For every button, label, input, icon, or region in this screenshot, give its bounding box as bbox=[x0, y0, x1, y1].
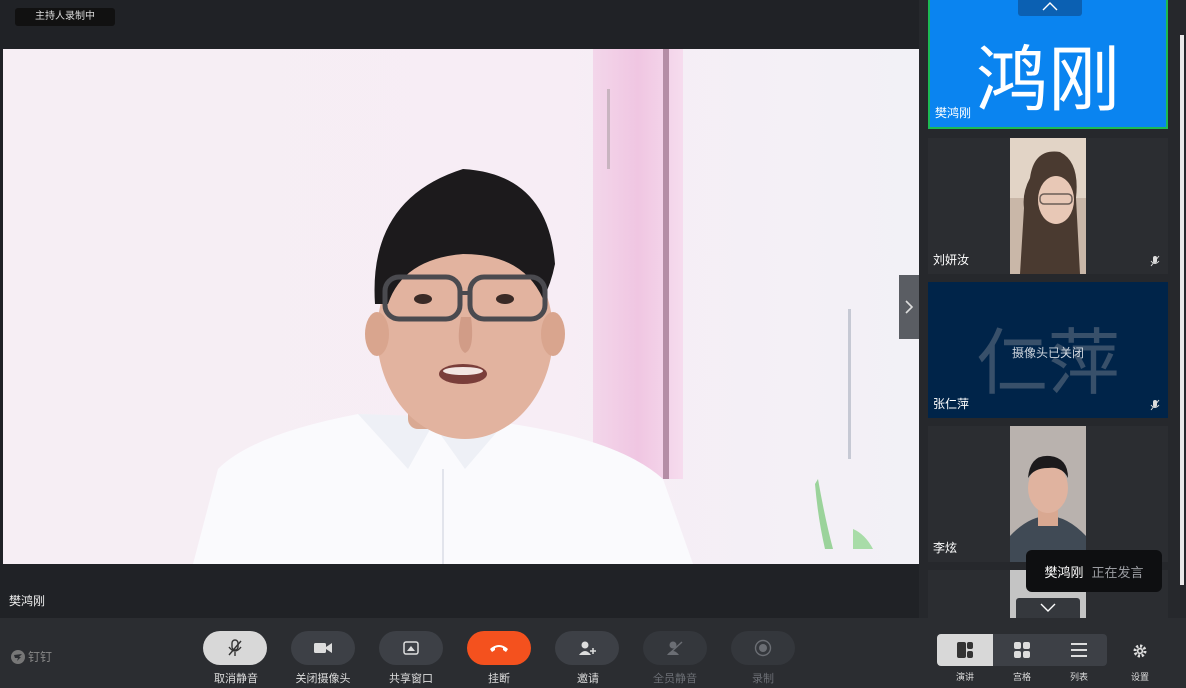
phone-hangup-icon bbox=[490, 645, 508, 652]
brand-logo: 钉钉 bbox=[11, 648, 52, 665]
share-window-button[interactable] bbox=[379, 631, 443, 665]
participant-video bbox=[1010, 138, 1086, 274]
camera-off-label: 关闭摄像头 bbox=[295, 672, 351, 685]
mic-muted-icon bbox=[1150, 399, 1160, 411]
record-icon bbox=[754, 639, 772, 657]
list-layout-icon bbox=[1071, 643, 1087, 657]
settings-label: 设置 bbox=[1130, 673, 1149, 683]
chevron-down-icon bbox=[1040, 603, 1056, 612]
participant-tile[interactable]: 刘妍汝 bbox=[928, 138, 1168, 274]
speaker-video-frame bbox=[3, 49, 919, 564]
participant-tile-active[interactable]: 鸿刚 樊鸿刚 bbox=[928, 0, 1168, 129]
layout-speaker-label: 演讲 bbox=[955, 673, 974, 683]
layout-switcher bbox=[937, 634, 1107, 666]
unmute-label: 取消静音 bbox=[214, 672, 258, 685]
hangup-button[interactable] bbox=[467, 631, 531, 665]
share-screen-icon bbox=[403, 641, 419, 655]
mic-muted-icon bbox=[228, 639, 242, 656]
sidebar-scrollbar[interactable] bbox=[1180, 35, 1184, 585]
dingtalk-logo-icon bbox=[11, 649, 25, 664]
collapse-sidebar-button[interactable] bbox=[899, 275, 919, 339]
speaking-toast: 樊鸿刚 正在发言 bbox=[1026, 550, 1162, 592]
participant-name: 刘妍汝 bbox=[933, 253, 970, 267]
participant-name: 樊鸿刚 bbox=[935, 106, 972, 120]
video-camera-icon bbox=[314, 643, 332, 653]
scroll-up-button[interactable] bbox=[1018, 0, 1082, 16]
record-button[interactable] bbox=[731, 631, 795, 665]
share-window-label: 共享窗口 bbox=[389, 672, 433, 685]
speaker-layout-icon bbox=[957, 642, 973, 658]
record-label: 录制 bbox=[752, 672, 774, 685]
recording-badge: 主持人录制中 bbox=[15, 8, 115, 26]
chevron-right-icon bbox=[905, 300, 914, 314]
gear-icon bbox=[1133, 644, 1147, 658]
add-user-icon bbox=[579, 641, 596, 655]
main-speaker-name: 樊鸿刚 bbox=[9, 594, 46, 608]
chevron-up-icon bbox=[1042, 2, 1058, 11]
toast-status: 正在发言 bbox=[1091, 565, 1144, 581]
invite-label: 邀请 bbox=[577, 672, 599, 685]
main-video-area: 主持人录制中 樊鸿刚 bbox=[0, 0, 919, 618]
toast-speaker-name: 樊鸿刚 bbox=[1044, 565, 1084, 581]
layout-list-button[interactable] bbox=[1051, 634, 1107, 666]
mute-all-icon bbox=[667, 641, 683, 655]
participant-name: 张仁萍 bbox=[933, 397, 970, 411]
main-video-feed bbox=[3, 49, 919, 564]
invite-button[interactable] bbox=[555, 631, 619, 665]
unmute-button[interactable] bbox=[203, 631, 267, 665]
layout-speaker-button[interactable] bbox=[937, 634, 993, 666]
layout-grid-button[interactable] bbox=[994, 634, 1050, 666]
participant-tile[interactable]: 李炫 bbox=[928, 426, 1168, 562]
brand-label: 钉钉 bbox=[28, 650, 53, 664]
participant-name: 李炫 bbox=[933, 541, 958, 555]
participant-tile[interactable]: 仁萍 摄像头已关闭 张仁萍 bbox=[928, 282, 1168, 418]
mic-muted-icon bbox=[1150, 255, 1160, 267]
camera-off-status: 摄像头已关闭 bbox=[1011, 346, 1084, 360]
layout-grid-label: 宫格 bbox=[1012, 673, 1031, 683]
layout-list-label: 列表 bbox=[1069, 673, 1088, 683]
mute-all-button[interactable] bbox=[643, 631, 707, 665]
participant-video bbox=[1010, 426, 1086, 562]
grid-layout-icon bbox=[1014, 642, 1030, 658]
settings-button[interactable] bbox=[1132, 643, 1148, 663]
mute-all-label: 全员静音 bbox=[653, 672, 697, 685]
camera-off-button[interactable] bbox=[291, 631, 355, 665]
hangup-label: 挂断 bbox=[488, 672, 510, 685]
scroll-down-button[interactable] bbox=[1016, 598, 1080, 618]
